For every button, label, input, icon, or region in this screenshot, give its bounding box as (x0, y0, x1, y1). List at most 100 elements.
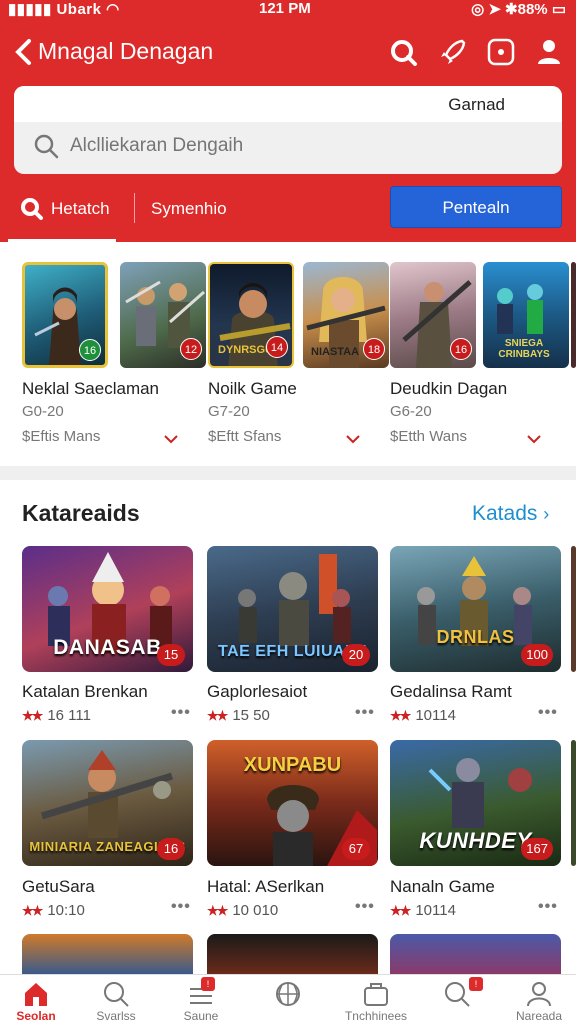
featured-name[interactable]: Deudkin Dagan (390, 379, 507, 399)
art-label: SNIEGA CRINBAYS (498, 338, 550, 360)
game-card[interactable] (22, 934, 193, 974)
nav-bar: Mnagal Denagan (0, 30, 576, 74)
profile-icon (527, 982, 551, 1007)
category-tag[interactable]: Garnad (448, 95, 505, 115)
rating-count: 10:10 (47, 902, 85, 919)
featured-range: G7-20 (208, 403, 250, 420)
nav-collection[interactable]: Tnchhinees (340, 975, 412, 1024)
search-tab-icon (21, 198, 43, 220)
card-title[interactable]: Nanaln Game (390, 877, 495, 897)
search-input[interactable] (70, 126, 540, 166)
age-badge: 14 (266, 336, 288, 358)
game-card[interactable]: KUNHDEY 167 (390, 740, 561, 866)
age-badge: 12 (180, 338, 202, 360)
card-rating: ★★ 10114 (390, 902, 456, 919)
tab-hetatch-label: Hetatch (51, 199, 110, 218)
card-rating: ★★ 16 111 (22, 707, 91, 724)
featured-thumb[interactable]: DYNRSGUI 14 (208, 262, 294, 368)
profile-icon[interactable] (533, 36, 565, 68)
globe-icon (276, 982, 300, 1006)
game-card[interactable]: DANASAB 15 (22, 546, 193, 672)
star-rating-icon: ★★ (22, 903, 43, 918)
card-title[interactable]: Hatal: ASerlkan (207, 877, 324, 897)
featured-name[interactable]: Neklal Saeclaman (22, 379, 159, 399)
card-badge: 100 (521, 644, 553, 666)
more-options-icon[interactable]: ••• (355, 898, 375, 916)
rating-count: 15 50 (232, 707, 270, 724)
more-options-icon[interactable]: ••• (538, 898, 558, 916)
game-controller-icon[interactable] (485, 36, 517, 68)
card-badge: 167 (521, 838, 553, 860)
nav-search-alt[interactable]: ! (421, 975, 493, 1024)
app-screen: ▮▮▮▮▮ Ubark ◠ 121 PM ◎ ➤ ✱88% ▭ Mnagal D… (0, 0, 576, 1024)
card-title[interactable]: Gedalinsa Ramt (390, 682, 512, 702)
page-title: Mnagal Denagan (38, 38, 214, 64)
featured-name[interactable]: Noilk Game (208, 379, 297, 399)
section-title: Katareaids (22, 500, 140, 526)
signal-carrier: ▮▮▮▮▮ Ubark ◠ (8, 1, 120, 18)
featured-thumb[interactable]: 12 (120, 262, 206, 368)
card-badge: 20 (342, 644, 370, 666)
featured-thumb-partial[interactable] (571, 262, 576, 368)
more-options-icon[interactable]: ••• (355, 704, 375, 722)
back-arrow-icon[interactable] (10, 34, 38, 70)
search-icon (104, 982, 129, 1007)
featured-thumb[interactable]: 16 (390, 262, 476, 368)
rating-count: 16 111 (47, 707, 91, 724)
nav-home[interactable]: Seolan (0, 975, 72, 1024)
card-title[interactable]: Gaplorlesaiot (207, 682, 307, 702)
card-badge: 15 (157, 644, 185, 666)
featured-price: $Etth Wans (390, 428, 467, 445)
nav-list-label: Saune (183, 1009, 219, 1023)
more-options-icon[interactable]: ••• (171, 704, 191, 722)
game-card-partial[interactable] (571, 740, 576, 866)
home-icon (25, 983, 47, 1006)
game-card[interactable]: MINIARIA ZANEAGIEES 16 (22, 740, 193, 866)
nav-profile-label: Nareada (515, 1009, 563, 1023)
chevron-down-icon[interactable] (346, 434, 360, 444)
more-options-icon[interactable]: ••• (171, 898, 191, 916)
section-divider (0, 466, 576, 480)
magnifier-icon (34, 134, 59, 159)
nav-search-label: Svarlss (96, 1009, 136, 1023)
notification-badge: ! (469, 977, 483, 991)
card-title[interactable]: Katalan Brenkan (22, 682, 148, 702)
nav-profile[interactable]: Nareada (503, 975, 575, 1024)
rating-count: 10 010 (232, 902, 279, 919)
tab-hetatch[interactable]: Hetatch (8, 186, 116, 242)
collection-icon (364, 983, 388, 1006)
card-badge: 67 (342, 838, 370, 860)
status-bar: ▮▮▮▮▮ Ubark ◠ 121 PM ◎ ➤ ✱88% ▭ (0, 0, 576, 20)
primary-action-button[interactable]: Pentealn (390, 186, 562, 228)
age-badge: 16 (450, 338, 472, 360)
featured-thumb[interactable]: SNIEGA CRINBAYS (483, 262, 569, 368)
card-title[interactable]: GetuSara (22, 877, 95, 897)
chevron-down-icon[interactable] (164, 434, 178, 444)
nav-collection-label: Tnchhinees (344, 1009, 408, 1023)
search-icon[interactable] (387, 36, 419, 68)
game-card-partial[interactable] (571, 546, 576, 672)
chevron-down-icon[interactable] (527, 434, 541, 444)
game-card[interactable] (390, 934, 561, 974)
game-card[interactable]: XUNPABU 67 (207, 740, 378, 866)
search-card: Garnad (14, 86, 562, 174)
see-all-label: Katads (472, 502, 538, 525)
search-badge-icon (445, 982, 470, 1007)
star-rating-icon: ★★ (207, 708, 228, 723)
rocket-icon[interactable] (437, 36, 469, 68)
star-rating-icon: ★★ (390, 708, 411, 723)
nav-globe[interactable] (252, 975, 324, 1024)
see-all-link[interactable]: Katads › (472, 502, 549, 526)
game-card[interactable]: DRNLAS 100 (390, 546, 561, 672)
header-area: ▮▮▮▮▮ Ubark ◠ 121 PM ◎ ➤ ✱88% ▭ Mnagal D… (0, 0, 576, 242)
nav-list[interactable]: ! Saune (165, 975, 237, 1024)
age-badge: 16 (79, 339, 101, 361)
game-card[interactable] (207, 934, 378, 974)
more-options-icon[interactable]: ••• (538, 704, 558, 722)
featured-thumb[interactable]: 16 (22, 262, 108, 368)
tab-symenhio[interactable]: Symenhio (151, 199, 227, 219)
nav-search[interactable]: Svarlss (80, 975, 152, 1024)
card-rating: ★★ 15 50 (207, 707, 270, 724)
game-card[interactable]: TAE EFH LUIUAIAI 20 (207, 546, 378, 672)
featured-thumb[interactable]: NIASTAA 18 (303, 262, 389, 368)
